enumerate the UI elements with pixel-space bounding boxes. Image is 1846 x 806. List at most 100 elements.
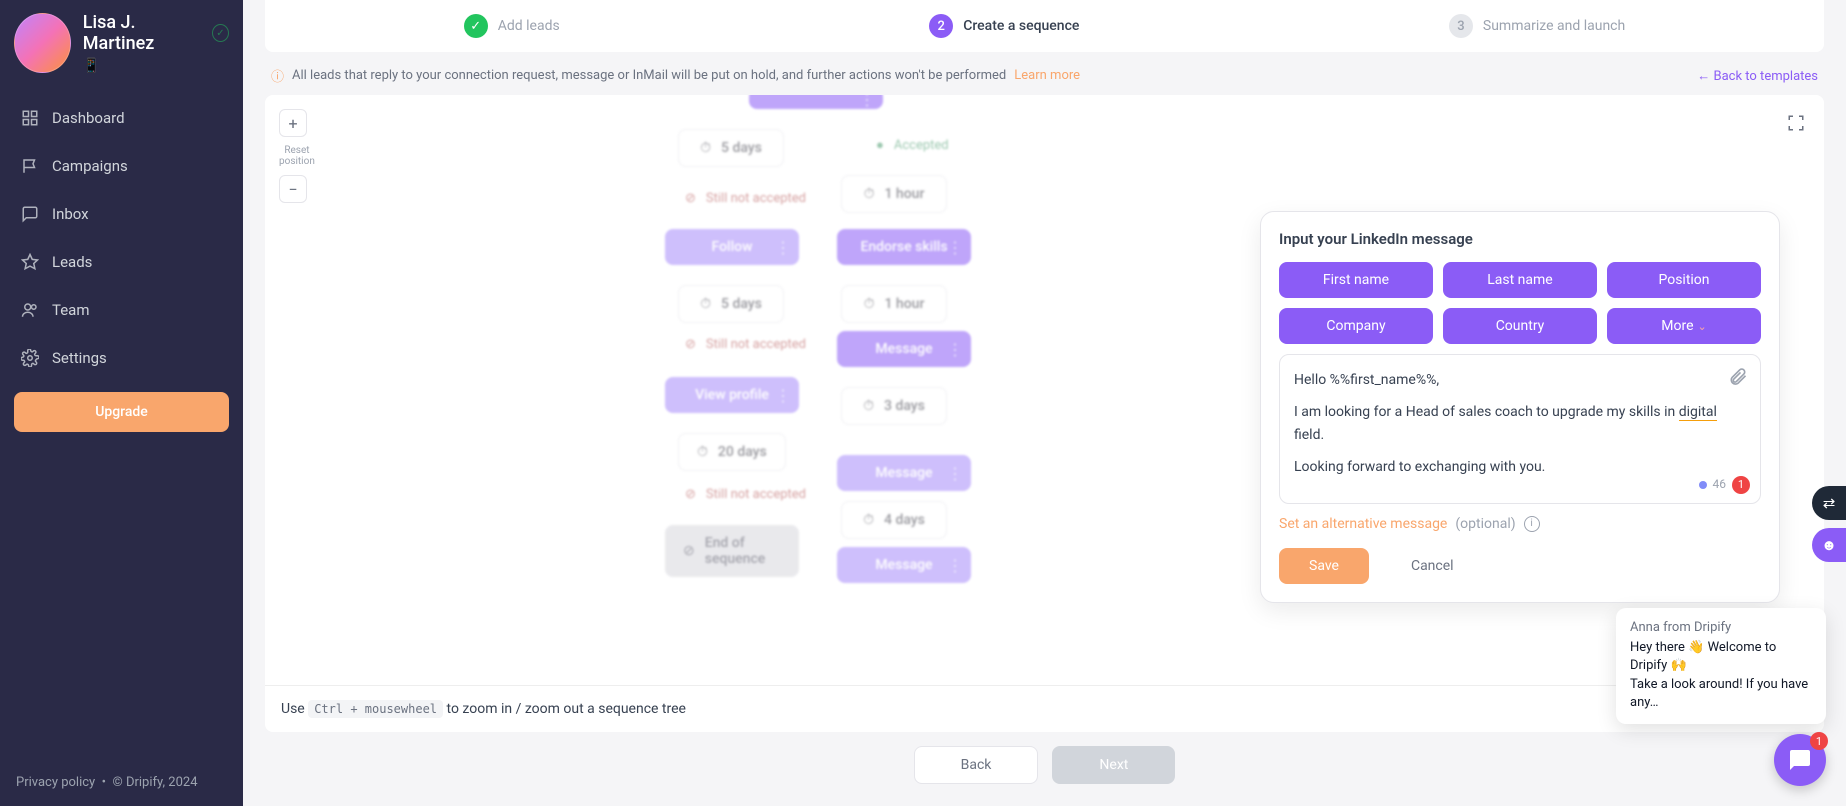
chat-badge: 1: [1810, 732, 1828, 750]
counter-number: 46: [1713, 475, 1727, 494]
step-add-leads[interactable]: ✓ Add leads: [464, 14, 560, 38]
avatar[interactable]: [14, 13, 71, 73]
chat-launcher[interactable]: 1: [1774, 734, 1826, 786]
tip-code: Ctrl + mousewheel: [308, 700, 443, 718]
sidebar-item-label: Settings: [52, 349, 107, 367]
node-eos: ⊘ End of sequence: [665, 525, 799, 577]
sidebar-item-team[interactable]: Team: [14, 286, 229, 334]
sidebar-item-leads[interactable]: Leads: [14, 238, 229, 286]
chat-preview-card[interactable]: Anna from Dripify Hey there 👋 Welcome to…: [1616, 608, 1826, 724]
cancel-button[interactable]: Cancel: [1381, 548, 1484, 584]
chip-last-name[interactable]: Last name: [1443, 262, 1597, 298]
fullscreen-button[interactable]: [1782, 109, 1810, 137]
msg-line: I am looking for a Head of sales coach t…: [1294, 401, 1746, 446]
step-summarize[interactable]: 3 Summarize and launch: [1449, 14, 1625, 38]
zoom-out-button[interactable]: −: [279, 175, 307, 203]
back-to-templates-link[interactable]: ← Back to templates: [1697, 68, 1818, 84]
sidebar-item-dashboard[interactable]: Dashboard: [14, 94, 229, 142]
counter-badge: 1: [1732, 476, 1750, 494]
zoom-controls: + Resetposition −: [279, 109, 315, 203]
float-button-1[interactable]: ⇄: [1812, 486, 1846, 520]
chevron-down-icon: ⌄: [1698, 320, 1707, 333]
delay-node: ⏱ 1 hour: [841, 285, 947, 323]
notice-text: All leads that reply to your connection …: [292, 68, 1006, 83]
delay-node: ⏱ 5 days: [678, 129, 784, 167]
sidebar-footer: Privacy policy • © Dripify, 2024: [0, 759, 243, 806]
sequence-canvas[interactable]: + Resetposition − ⋮ ⏱ 5 days ● Accepted …: [265, 95, 1824, 732]
dot-icon: [1699, 481, 1707, 489]
node-message: Message⋮: [837, 547, 971, 583]
sidebar: Lisa J. Martinez ✓ 📱 Dashboard Campaigns…: [0, 0, 243, 806]
step-label: Add leads: [498, 18, 560, 34]
gear-icon: [20, 348, 40, 368]
upgrade-button[interactable]: Upgrade: [14, 392, 229, 432]
optional-label: (optional): [1455, 516, 1515, 532]
tip-text: Use: [281, 701, 308, 717]
users-icon: [20, 300, 40, 320]
delay-node: ⏱ 20 days: [678, 433, 786, 471]
node-follow: Follow⋮: [665, 229, 799, 265]
save-button[interactable]: Save: [1279, 548, 1369, 584]
alt-message-link[interactable]: Set an alternative message: [1279, 516, 1447, 532]
sidebar-item-label: Leads: [52, 253, 92, 271]
profile-name: Lisa J. Martinez: [83, 12, 204, 54]
step-label: Create a sequence: [963, 18, 1079, 34]
msg-line: Looking forward to exchanging with you.: [1294, 456, 1746, 478]
info-icon[interactable]: i: [1524, 516, 1540, 532]
chip-country[interactable]: Country: [1443, 308, 1597, 344]
main: ✓ Add leads 2 Create a sequence 3 Summar…: [243, 0, 1846, 806]
message-editor-panel: Input your LinkedIn message First name L…: [1260, 211, 1780, 603]
info-icon: ⓘ: [271, 66, 284, 85]
learn-more-link[interactable]: Learn more: [1014, 68, 1080, 83]
zoom-in-button[interactable]: +: [279, 109, 307, 137]
chat-icon: [20, 204, 40, 224]
profile-emoji: 📱: [83, 58, 229, 74]
node-message: Message⋮: [837, 455, 971, 491]
back-button[interactable]: Back: [914, 746, 1039, 784]
message-textarea[interactable]: Hello %%first_name%%, I am looking for a…: [1279, 354, 1761, 504]
step-number: 2: [929, 14, 953, 38]
step-create-sequence[interactable]: 2 Create a sequence: [929, 14, 1079, 38]
chip-first-name[interactable]: First name: [1279, 262, 1433, 298]
cond-node: ⊘ Still not accepted: [685, 191, 806, 206]
copyright: © Dripify, 2024: [113, 775, 198, 790]
grid-icon: [20, 108, 40, 128]
cond-node: ⊘ Still not accepted: [685, 337, 806, 352]
flag-icon: [20, 156, 40, 176]
sidebar-item-campaigns[interactable]: Campaigns: [14, 142, 229, 190]
sidebar-item-settings[interactable]: Settings: [14, 334, 229, 382]
delay-node: ⏱ 4 days: [841, 501, 947, 539]
stepper: ✓ Add leads 2 Create a sequence 3 Summar…: [265, 0, 1824, 52]
chat-line: Hey there 👋 Welcome to Dripify 🙌: [1630, 639, 1812, 675]
delay-node: ⏱ 3 days: [841, 387, 947, 425]
chip-company[interactable]: Company: [1279, 308, 1433, 344]
sidebar-item-inbox[interactable]: Inbox: [14, 190, 229, 238]
delay-node: ⏱ 5 days: [678, 285, 784, 323]
star-icon: [20, 252, 40, 272]
zoom-reset-label[interactable]: Resetposition: [279, 143, 315, 169]
check-icon: ✓: [464, 14, 488, 38]
sidebar-item-label: Dashboard: [52, 109, 125, 127]
side-float-buttons: ⇄ ☻: [1812, 486, 1846, 562]
step-label: Summarize and launch: [1483, 18, 1625, 34]
cond-node: ● Accepted: [876, 137, 949, 153]
msg-line: Hello %%first_name%%,: [1294, 369, 1746, 391]
step-number: 3: [1449, 14, 1473, 38]
node: ⋮: [749, 95, 883, 109]
next-button[interactable]: Next: [1052, 746, 1175, 784]
node-message: Message⋮: [837, 331, 971, 367]
float-button-2[interactable]: ☻: [1812, 528, 1846, 562]
sidebar-item-label: Campaigns: [52, 157, 128, 175]
wizard-nav: Back Next: [265, 732, 1824, 784]
sidebar-item-label: Inbox: [52, 205, 89, 223]
panel-title: Input your LinkedIn message: [1279, 230, 1761, 248]
privacy-link[interactable]: Privacy policy: [16, 775, 95, 790]
attachment-icon[interactable]: [1728, 367, 1748, 387]
sidebar-item-label: Team: [52, 301, 90, 319]
chip-more[interactable]: More⌄: [1607, 308, 1761, 344]
tip-text: to zoom in / zoom out a sequence tree: [447, 701, 686, 717]
profile-block[interactable]: Lisa J. Martinez ✓ 📱: [0, 0, 243, 94]
shield-icon: ✓: [212, 24, 229, 42]
info-notice: ⓘ All leads that reply to your connectio…: [271, 66, 1080, 85]
chip-position[interactable]: Position: [1607, 262, 1761, 298]
